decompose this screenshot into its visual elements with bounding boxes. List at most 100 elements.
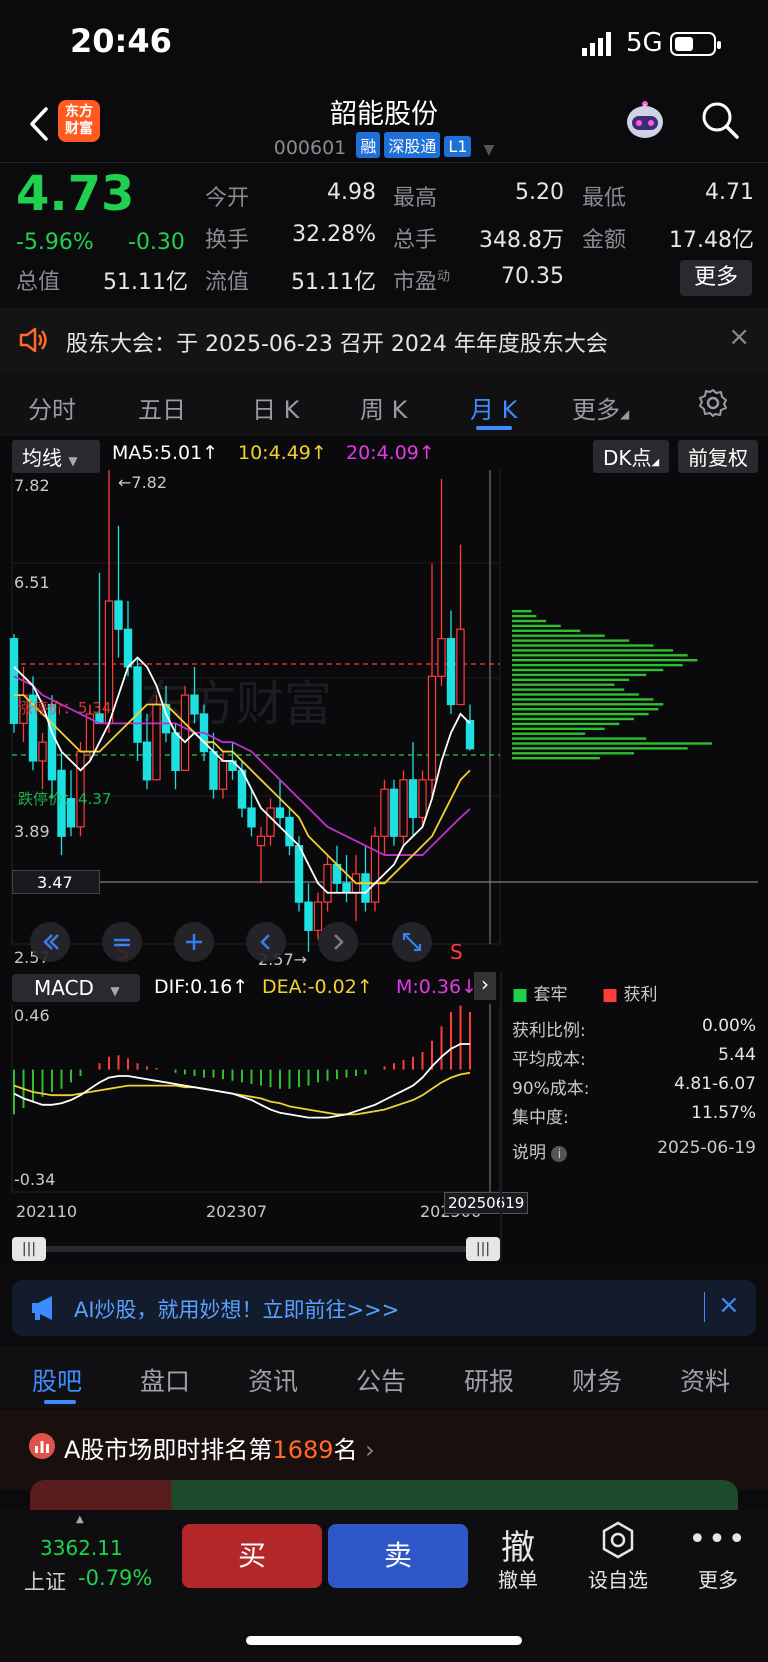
chip-bar: [512, 708, 659, 711]
candle-body: [294, 845, 304, 903]
macd-m-label: M:0.36↓: [396, 976, 478, 998]
chip-bar: [512, 639, 630, 642]
candle-body: [361, 873, 370, 903]
candle-body: [465, 719, 475, 750]
candle-body: [190, 694, 199, 715]
indicator-next-icon[interactable]: ›: [474, 972, 496, 1000]
header-divider: [0, 162, 768, 163]
tab-more[interactable]: 更多◢: [572, 390, 629, 425]
sentiment-bar[interactable]: [30, 1480, 738, 1510]
chip-value-profit-ratio: 0.00%: [701, 1016, 756, 1036]
tab-intraday[interactable]: 分时: [28, 390, 76, 425]
chip-bar: [512, 644, 654, 647]
limit-down-label: 跌停价：4.37: [18, 790, 112, 808]
add-watchlist-icon[interactable]: [598, 1520, 638, 1560]
more-dots-icon[interactable]: •••: [678, 1522, 758, 1557]
tab-pankou[interactable]: 盘口: [140, 1362, 190, 1398]
candle-body: [304, 901, 313, 931]
tab-finance[interactable]: 财务: [572, 1362, 622, 1398]
tab-weekly-k[interactable]: 周 K: [360, 390, 407, 425]
chip-bar: [512, 732, 586, 735]
index-name[interactable]: 上证: [24, 1566, 66, 1596]
ranking-icon: [29, 1433, 55, 1459]
candle-body: [266, 807, 275, 837]
content-tabs: 股吧 盘口 资讯 公告 研报 财务 资料: [0, 1346, 768, 1408]
scroll-start-button[interactable]: [30, 922, 70, 962]
chip-date: 2025-06-19: [657, 1138, 756, 1158]
chip-value-avg-cost: 5.44: [718, 1045, 756, 1065]
home-indicator: [246, 1636, 522, 1645]
network-type: 5G: [626, 28, 663, 58]
scroll-right-button[interactable]: [318, 922, 358, 962]
chip-explain-link[interactable]: 说明 i: [512, 1138, 568, 1163]
ai-banner[interactable]: AI炒股，就用妙想！立即前往>>> ×: [12, 1280, 756, 1336]
candle-body: [427, 675, 437, 781]
high-marker: ←7.82: [118, 473, 168, 492]
tab-research[interactable]: 研报: [464, 1362, 514, 1398]
tab-announcements[interactable]: 公告: [356, 1362, 406, 1398]
tab-profile[interactable]: 资料: [680, 1362, 730, 1398]
settings-gear-icon[interactable]: [698, 388, 728, 418]
add-watchlist-label[interactable]: 设自选: [578, 1564, 658, 1593]
buy-button[interactable]: 买: [182, 1524, 322, 1588]
chip-bar: [512, 752, 634, 755]
sell-button[interactable]: 卖: [328, 1524, 468, 1588]
candle-body: [247, 807, 256, 828]
macd-chart[interactable]: [0, 1004, 500, 1194]
value-turnover: 32.28%: [292, 222, 376, 247]
status-time: 20:46: [70, 22, 172, 60]
index-change[interactable]: -0.79%: [78, 1566, 152, 1590]
candle-body: [38, 741, 47, 762]
fullscreen-button[interactable]: [392, 922, 432, 962]
legend-profit: ■ 获利: [602, 985, 658, 1005]
cancel-order-label[interactable]: 撤单: [478, 1564, 558, 1593]
notice-close-icon[interactable]: ×: [728, 322, 750, 352]
candle-body: [456, 628, 465, 706]
tab-daily-k[interactable]: 日 K: [252, 390, 299, 425]
more-label[interactable]: 更多: [678, 1564, 758, 1593]
chip-bar: [512, 663, 683, 667]
tab-guba[interactable]: 股吧: [32, 1362, 82, 1398]
active-tab-indicator: [476, 426, 512, 430]
chip-value-concentration: 11.57%: [691, 1103, 756, 1123]
chip-bar: [512, 649, 674, 652]
candle-body: [285, 816, 294, 847]
ma-select[interactable]: 均线 ▼: [12, 440, 100, 473]
assistant-robot-icon[interactable]: [620, 100, 670, 146]
candle-body: [418, 779, 427, 819]
chip-value-90-cost: 4.81-6.07: [674, 1074, 756, 1094]
index-value[interactable]: 3362.11: [40, 1536, 123, 1560]
value-float-cap: 51.11亿: [291, 270, 376, 295]
tab-five-day[interactable]: 五日: [138, 390, 186, 425]
chip-bar: [512, 610, 532, 613]
ma20-label: 20:4.09↑: [346, 442, 435, 464]
zoom-in-button[interactable]: [174, 922, 214, 962]
dk-point-button[interactable]: DK点◢: [593, 440, 670, 473]
rank-row[interactable]: A股市场即时排名第1689名 ›: [0, 1410, 768, 1490]
dropdown-icon[interactable]: ▼: [483, 142, 494, 158]
range-handle-left[interactable]: |||: [12, 1237, 46, 1261]
indicator-select[interactable]: MACD ▼: [12, 974, 140, 1002]
tab-news[interactable]: 资讯: [248, 1362, 298, 1398]
chip-bar: [512, 703, 664, 706]
range-track[interactable]: [14, 1246, 500, 1252]
search-icon[interactable]: [700, 100, 740, 140]
notice-bar[interactable]: 股东大会：于 2025-06-23 召开 2024 年年度股东大会 ×: [0, 308, 768, 372]
value-volume: 348.8万: [479, 228, 564, 253]
range-handle-right[interactable]: |||: [466, 1237, 500, 1261]
candle-body: [389, 788, 399, 837]
candle-body: [323, 863, 332, 903]
more-quote-button[interactable]: 更多: [680, 260, 752, 296]
label-volume: 总手: [393, 228, 438, 253]
cancel-order-icon[interactable]: 撤: [478, 1520, 558, 1569]
chip-bar: [512, 619, 547, 623]
speaker-icon: [19, 327, 47, 353]
tab-monthly-k[interactable]: 月 K: [470, 390, 517, 425]
kline-chart[interactable]: 东方财富: [0, 470, 768, 970]
zoom-out-button[interactable]: [102, 922, 142, 962]
adjust-button[interactable]: 前复权: [678, 440, 758, 473]
chip-bar: [512, 698, 654, 701]
ai-banner-close-icon[interactable]: ×: [718, 1290, 740, 1320]
scroll-left-button[interactable]: [246, 922, 286, 962]
notice-text: 股东大会：于 2025-06-23 召开 2024 年年度股东大会: [66, 332, 608, 357]
